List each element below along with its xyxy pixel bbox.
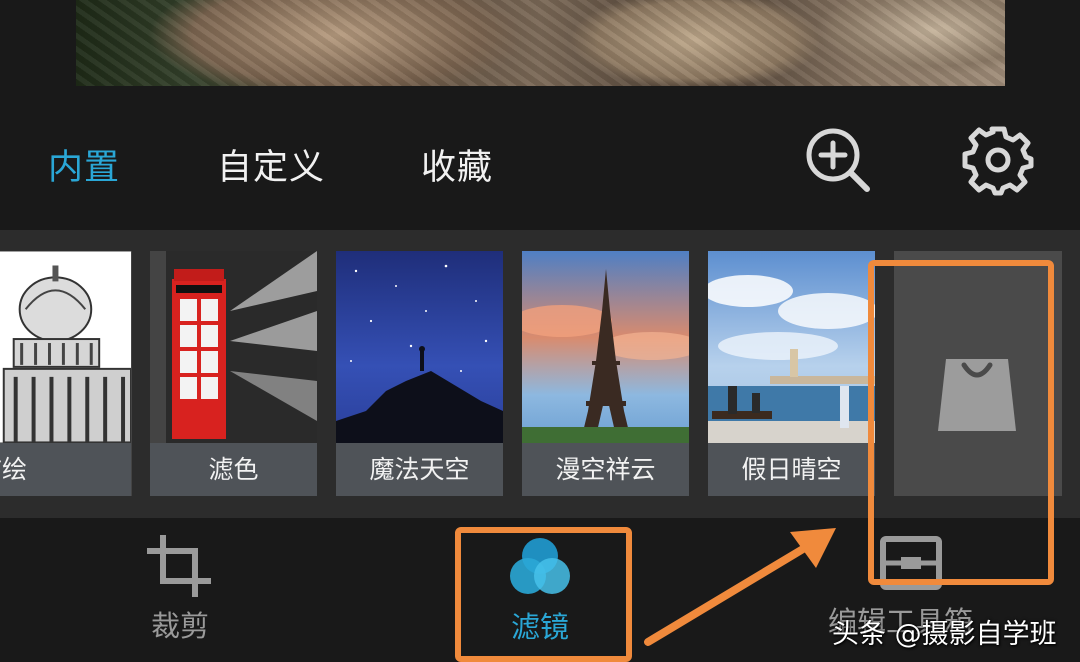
filter-label: 描绘: [0, 443, 131, 496]
filter-card-cloud-sky[interactable]: 漫空祥云: [522, 251, 689, 496]
filter-thumbnail: [336, 251, 503, 443]
nav-crop[interactable]: 裁剪: [135, 533, 225, 645]
filter-label: 滤色: [150, 443, 317, 496]
filter-card-magic-sky[interactable]: 魔法天空: [336, 251, 503, 496]
filter-label: 魔法天空: [336, 443, 503, 496]
tab-favorites[interactable]: 收藏: [421, 139, 493, 190]
highlight-filter-tab: [455, 527, 632, 662]
highlight-filter-store: [868, 260, 1054, 585]
filter-label: 假日晴空: [708, 443, 875, 496]
filter-card-sketch[interactable]: 描绘: [0, 251, 132, 496]
filter-thumbnail: [150, 251, 317, 443]
filter-tab-bar: 内置 自定义 收藏: [0, 86, 1080, 230]
zoom-in-icon[interactable]: [803, 125, 873, 195]
arrow-annotation: [644, 528, 836, 646]
watermark-text: 头条 @摄影自学班: [832, 619, 1057, 650]
photo-preview: [76, 0, 1005, 86]
nav-crop-label: 裁剪: [150, 609, 209, 643]
filter-card-holiday-sky[interactable]: 假日晴空: [708, 251, 875, 496]
tab-custom[interactable]: 自定义: [217, 139, 325, 190]
filter-label: 漫空祥云: [522, 443, 689, 496]
gear-icon[interactable]: [962, 124, 1034, 196]
tab-builtin[interactable]: 内置: [48, 139, 120, 190]
filter-thumbnail: [708, 251, 875, 443]
crop-icon: [147, 535, 211, 597]
filter-thumbnail: [522, 251, 689, 443]
filter-card-screen[interactable]: 滤色: [150, 251, 317, 496]
filter-thumbnail: [0, 251, 131, 443]
